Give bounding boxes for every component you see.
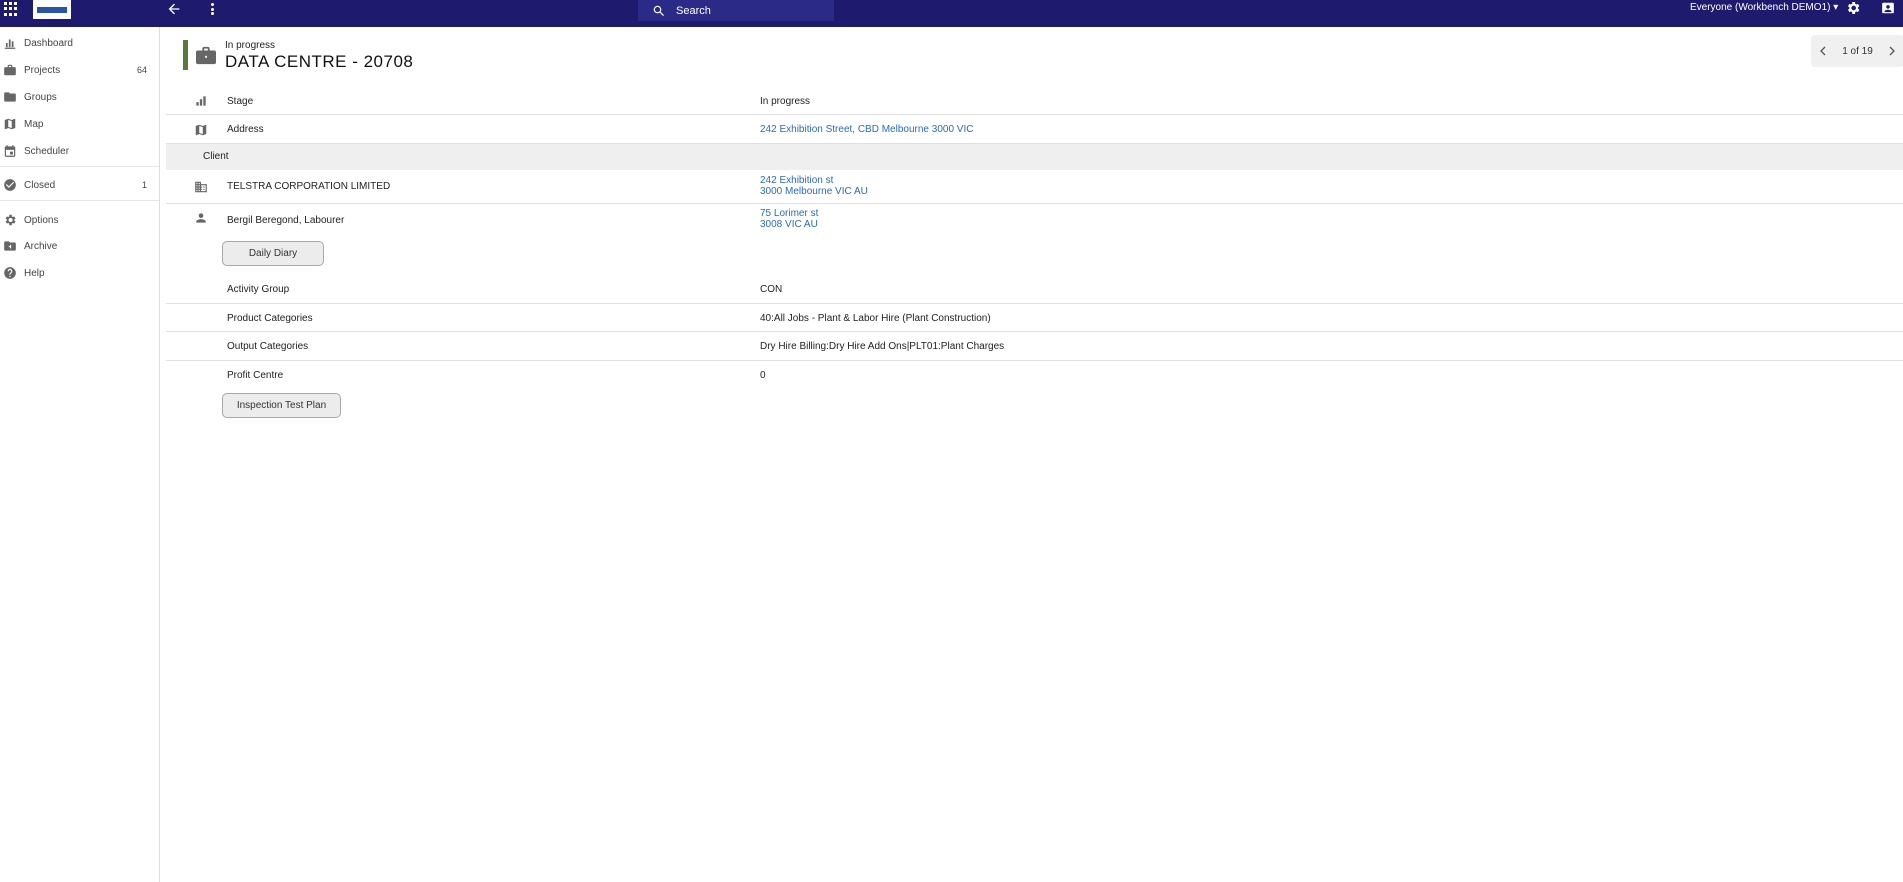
search-input[interactable]: [676, 4, 816, 17]
profit-centre-value: 0: [760, 370, 766, 381]
map-icon: [194, 123, 208, 137]
dropdown-caret-icon: ▾: [1833, 2, 1839, 13]
contact-address-link[interactable]: 75 Lorimer st 3008 VIC AU: [760, 208, 818, 230]
sidebar-item-projects[interactable]: Projects 64: [0, 59, 159, 81]
stage-value: In progress: [760, 96, 811, 107]
sidebar-item-label: Scheduler: [24, 145, 70, 157]
sidebar-divider: [0, 200, 159, 201]
client-org-name: TELSTRA CORPORATION LIMITED: [227, 181, 391, 192]
sidebar-item-label: Map: [24, 118, 44, 130]
sidebar-item-groups[interactable]: Groups: [0, 86, 159, 108]
address-label: Address: [227, 124, 264, 135]
briefcase-icon: [3, 63, 17, 77]
client-org-address-link[interactable]: 242 Exhibition st 3000 Melbourne VIC AU: [760, 175, 868, 197]
folder-icon: [3, 90, 17, 104]
back-arrow-icon[interactable]: [166, 1, 182, 17]
address-row: Address 242 Exhibition Street, CBD Melbo…: [166, 115, 1903, 144]
sidebar-item-label: Help: [24, 267, 45, 279]
sidebar-item-label: Groups: [24, 91, 57, 103]
sidebar-item-label: Closed: [24, 179, 56, 191]
sidebar-item-label: Projects: [24, 64, 61, 76]
briefcase-icon: [196, 46, 216, 65]
status-color-bar: [183, 40, 188, 70]
building-icon: [194, 180, 208, 194]
sidebar-item-label: Archive: [24, 240, 58, 252]
stage-label: Stage: [227, 96, 254, 107]
output-categories-value: Dry Hire Billing:Dry Hire Add Ons|PLT01:…: [760, 341, 1005, 352]
check-circle-icon: [3, 178, 17, 192]
sidebar-item-help[interactable]: Help: [0, 262, 159, 284]
sidebar-item-closed[interactable]: Closed 1: [0, 174, 159, 196]
record-pager: 1 of 19: [1811, 35, 1903, 67]
contact-address-line2: 3008 VIC AU: [760, 219, 818, 230]
sidebar: Dashboard Projects 64 Groups Map Schedul…: [0, 27, 160, 882]
sidebar-divider: [0, 166, 159, 167]
company-logo[interactable]: [33, 0, 71, 19]
profit-centre-label: Profit Centre: [227, 370, 284, 381]
more-vert-icon[interactable]: [208, 1, 216, 17]
daily-diary-button[interactable]: Daily Diary: [222, 241, 324, 266]
project-status: In progress: [225, 40, 276, 51]
contact-name: Bergil Beregond, Labourer: [227, 215, 345, 226]
inspection-test-plan-button[interactable]: Inspection Test Plan: [222, 393, 341, 418]
settings-gear-icon[interactable]: [1845, 0, 1861, 16]
sidebar-item-label: Dashboard: [24, 37, 73, 49]
pager-text: 1 of 19: [1842, 45, 1873, 57]
activity-group-label: Activity Group: [227, 284, 290, 295]
contact-address-line1: 75 Lorimer st: [760, 208, 819, 219]
chevron-left-icon[interactable]: [1819, 46, 1827, 56]
person-icon: [196, 213, 206, 223]
sidebar-item-scheduler[interactable]: Scheduler: [0, 140, 159, 162]
product-categories-label: Product Categories: [227, 313, 313, 324]
client-org-address-line1: 242 Exhibition st: [760, 175, 834, 186]
profile-card-icon[interactable]: [1881, 1, 1895, 15]
search-icon: [653, 5, 664, 16]
client-contact-row: Bergil Beregond, Labourer 75 Lorimer st …: [166, 204, 1903, 272]
sidebar-item-options[interactable]: Options: [0, 209, 159, 231]
chevron-right-icon[interactable]: [1888, 46, 1896, 56]
activity-group-row: Activity Group CON: [166, 275, 1903, 304]
activity-group-value: CON: [760, 284, 783, 295]
gear-icon: [3, 213, 17, 227]
archive-icon: [3, 239, 17, 253]
apps-grid-icon[interactable]: [4, 2, 18, 16]
top-app-bar: Everyone (Workbench DEMO1) ▾: [0, 0, 1903, 27]
closed-count-badge: 1: [141, 180, 147, 190]
address-link[interactable]: 242 Exhibition Street, CBD Melbourne 300…: [760, 124, 973, 135]
map-icon: [3, 117, 17, 131]
output-categories-label: Output Categories: [227, 341, 309, 352]
client-org-row: TELSTRA CORPORATION LIMITED 242 Exhibiti…: [166, 170, 1903, 204]
stage-row: Stage In progress: [166, 88, 1903, 115]
sidebar-item-map[interactable]: Map: [0, 113, 159, 135]
profit-centre-row: Profit Centre 0: [166, 361, 1903, 389]
calendar-icon: [3, 144, 17, 158]
search-box[interactable]: [638, 0, 834, 21]
sidebar-item-archive[interactable]: Archive: [0, 235, 159, 257]
help-icon: [3, 266, 17, 280]
workspace-selector[interactable]: Everyone (Workbench DEMO1) ▾: [1690, 2, 1838, 13]
sidebar-item-label: Options: [24, 214, 59, 226]
client-section-label: Client: [203, 151, 229, 162]
product-categories-value: 40:All Jobs - Plant & Labor Hire (Plant …: [760, 313, 991, 324]
page-title: DATA CENTRE - 20708: [225, 52, 414, 71]
bar-chart-icon: [194, 94, 208, 108]
sidebar-item-dashboard[interactable]: Dashboard: [0, 32, 159, 54]
output-categories-row: Output Categories Dry Hire Billing:Dry H…: [166, 332, 1903, 361]
client-section-header: Client: [166, 144, 1903, 170]
product-categories-row: Product Categories 40:All Jobs - Plant &…: [166, 304, 1903, 332]
workspace-label: Everyone (Workbench DEMO1): [1690, 2, 1831, 13]
client-org-address-line2: 3000 Melbourne VIC AU: [760, 186, 868, 197]
chart-icon: [3, 36, 17, 50]
projects-count-badge: 64: [136, 65, 147, 75]
